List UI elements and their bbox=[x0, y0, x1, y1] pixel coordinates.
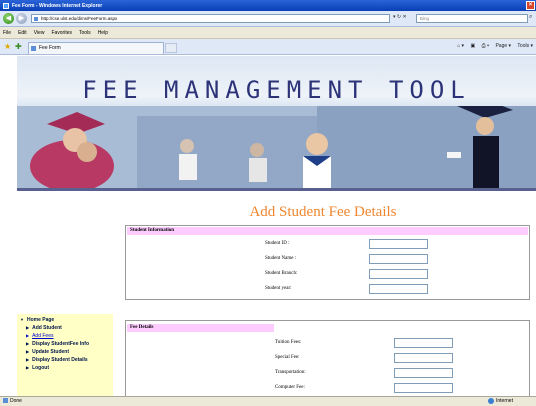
page-icon bbox=[34, 17, 38, 21]
favorites-star-icon[interactable]: ★ bbox=[4, 43, 11, 51]
sidebar-item-label: Display Student Details bbox=[32, 357, 88, 363]
sidebar-menu: ▼ Home Page ▶ Add Student ▶ Add Fees ▶ Displ… bbox=[17, 314, 113, 396]
address-input[interactable]: http://cse.ulst.edu/dims/FeeForm.aspx bbox=[31, 14, 390, 23]
status-done: Done bbox=[3, 397, 22, 406]
sidebar-item-add-student[interactable]: ▶ Add Student bbox=[26, 325, 62, 331]
arrow-icon: ▶ bbox=[26, 357, 30, 362]
print-icon[interactable]: ⎙ ▾ bbox=[482, 43, 490, 49]
sidebar-item-label: Logout bbox=[32, 365, 50, 371]
student-info-header: Student Information bbox=[127, 227, 528, 235]
search-placeholder: Bing bbox=[420, 16, 430, 21]
student-info-panel: Student Information Student ID : Student… bbox=[125, 225, 530, 300]
add-favorite-icon[interactable]: ✚ bbox=[15, 43, 22, 51]
page-menu[interactable]: Page ▾ bbox=[495, 43, 511, 49]
special-fee-input[interactable] bbox=[394, 353, 453, 363]
student-branch-input[interactable] bbox=[369, 269, 428, 279]
computer-fee-input[interactable] bbox=[394, 383, 453, 393]
student-id-label: Student ID : bbox=[265, 241, 290, 246]
forward-button[interactable]: ▶ bbox=[16, 13, 27, 24]
menu-tools[interactable]: Tools bbox=[79, 30, 91, 36]
sidebar-item-label: Add Student bbox=[32, 325, 62, 331]
arrow-icon: ▶ bbox=[26, 349, 30, 354]
page-title: Add Student Fee Details bbox=[249, 204, 397, 220]
sidebar-item-display-studentfee[interactable]: ▶ Display StudentFee Info bbox=[26, 341, 89, 347]
student-name-input[interactable] bbox=[369, 254, 428, 264]
arrow-icon: ▶ bbox=[26, 341, 30, 346]
search-icon[interactable]: ⌕ bbox=[529, 14, 532, 21]
arrow-icon: ▶ bbox=[26, 325, 30, 330]
feeds-icon[interactable]: ▣ bbox=[470, 43, 475, 49]
header-banner: FEE MANAGEMENT TOOL bbox=[17, 56, 536, 188]
security-zone[interactable]: Internet bbox=[488, 397, 513, 406]
globe-icon bbox=[488, 397, 494, 404]
tab-bar: ★ ✚ Fee Form ⌂ ▾ ▣ ⎙ ▾ Page ▾ Tools ▾ bbox=[0, 39, 536, 55]
home-icon[interactable]: ⌂ ▾ bbox=[457, 43, 464, 49]
page-content: FEE MANAGEMENT TOOL Add Student Fee Deta… bbox=[0, 56, 536, 396]
menu-view[interactable]: View bbox=[34, 30, 45, 36]
search-input[interactable]: Bing bbox=[416, 14, 528, 23]
window-titlebar: Fee Form - Windows Internet Explorer × bbox=[0, 0, 536, 11]
student-year-label: Student year: bbox=[265, 286, 292, 291]
transportation-label: Transportation: bbox=[275, 370, 306, 375]
ie-icon bbox=[3, 2, 9, 9]
page-done-icon bbox=[3, 398, 8, 404]
window-title: Fee Form - Windows Internet Explorer bbox=[12, 2, 103, 9]
menu-help[interactable]: Help bbox=[98, 30, 108, 36]
banner-divider bbox=[17, 188, 536, 191]
address-text: http://cse.ulst.edu/dims/FeeForm.aspx bbox=[41, 16, 118, 21]
tab-label: Fee Form bbox=[39, 45, 61, 51]
arrow-icon: ▶ bbox=[26, 365, 30, 370]
banner-title: FEE MANAGEMENT TOOL bbox=[82, 76, 471, 104]
special-fee-label: Special Fee: bbox=[275, 355, 300, 360]
tab-fee-form[interactable]: Fee Form bbox=[28, 42, 164, 54]
sidebar-item-home[interactable]: ▼ Home Page bbox=[20, 317, 54, 323]
back-button[interactable]: ◀ bbox=[3, 13, 14, 24]
sidebar-item-label: Update Student bbox=[32, 349, 70, 355]
address-toolbar: ◀ ▶ http://cse.ulst.edu/dims/FeeForm.asp… bbox=[0, 11, 536, 27]
student-year-input[interactable] bbox=[369, 284, 428, 294]
refresh-stop-buttons[interactable]: ▾ ↻ ✕ bbox=[393, 14, 407, 20]
status-text: Done bbox=[10, 398, 22, 404]
student-branch-label: Student Branch: bbox=[265, 271, 298, 276]
sidebar-item-update-student[interactable]: ▶ Update Student bbox=[26, 349, 69, 355]
menu-bar: File Edit View Favorites Tools Help bbox=[0, 27, 536, 39]
status-bar: Done Internet bbox=[0, 396, 536, 406]
zone-text: Internet bbox=[496, 398, 513, 404]
sidebar-item-label: Display StudentFee Info bbox=[32, 341, 90, 347]
student-id-input[interactable] bbox=[369, 239, 428, 249]
menu-edit[interactable]: Edit bbox=[18, 30, 27, 36]
command-bar: ⌂ ▾ ▣ ⎙ ▾ Page ▾ Tools ▾ bbox=[452, 43, 533, 49]
menu-file[interactable]: File bbox=[3, 30, 11, 36]
sidebar-item-label: Add Fees bbox=[32, 333, 54, 339]
home-label: Home Page bbox=[26, 317, 55, 323]
student-name-label: Student Name : bbox=[265, 256, 297, 261]
new-tab-button[interactable] bbox=[165, 43, 177, 53]
tab-page-icon bbox=[31, 46, 36, 51]
computer-fee-label: Computer Fee: bbox=[275, 385, 305, 390]
menu-favorites[interactable]: Favorites bbox=[51, 30, 72, 36]
expand-arrow-icon: ▼ bbox=[20, 317, 24, 322]
tuition-fees-label: Tuition Fees: bbox=[275, 340, 302, 345]
banner-photo-collage bbox=[17, 106, 536, 188]
fee-details-panel: Fee Details Tuition Fees: Special Fee: T… bbox=[125, 320, 530, 396]
sidebar-item-logout[interactable]: ▶ Logout bbox=[26, 365, 49, 371]
close-window-button[interactable]: × bbox=[526, 1, 535, 10]
tuition-fees-input[interactable] bbox=[394, 338, 453, 348]
fee-details-header: Fee Details bbox=[127, 324, 274, 332]
arrow-icon: ▶ bbox=[26, 333, 30, 338]
sidebar-item-display-student-details[interactable]: ▶ Display Student Details bbox=[26, 357, 88, 363]
sidebar-item-add-fees[interactable]: ▶ Add Fees bbox=[26, 333, 53, 339]
transportation-input[interactable] bbox=[394, 368, 453, 378]
tools-menu[interactable]: Tools ▾ bbox=[517, 43, 533, 49]
